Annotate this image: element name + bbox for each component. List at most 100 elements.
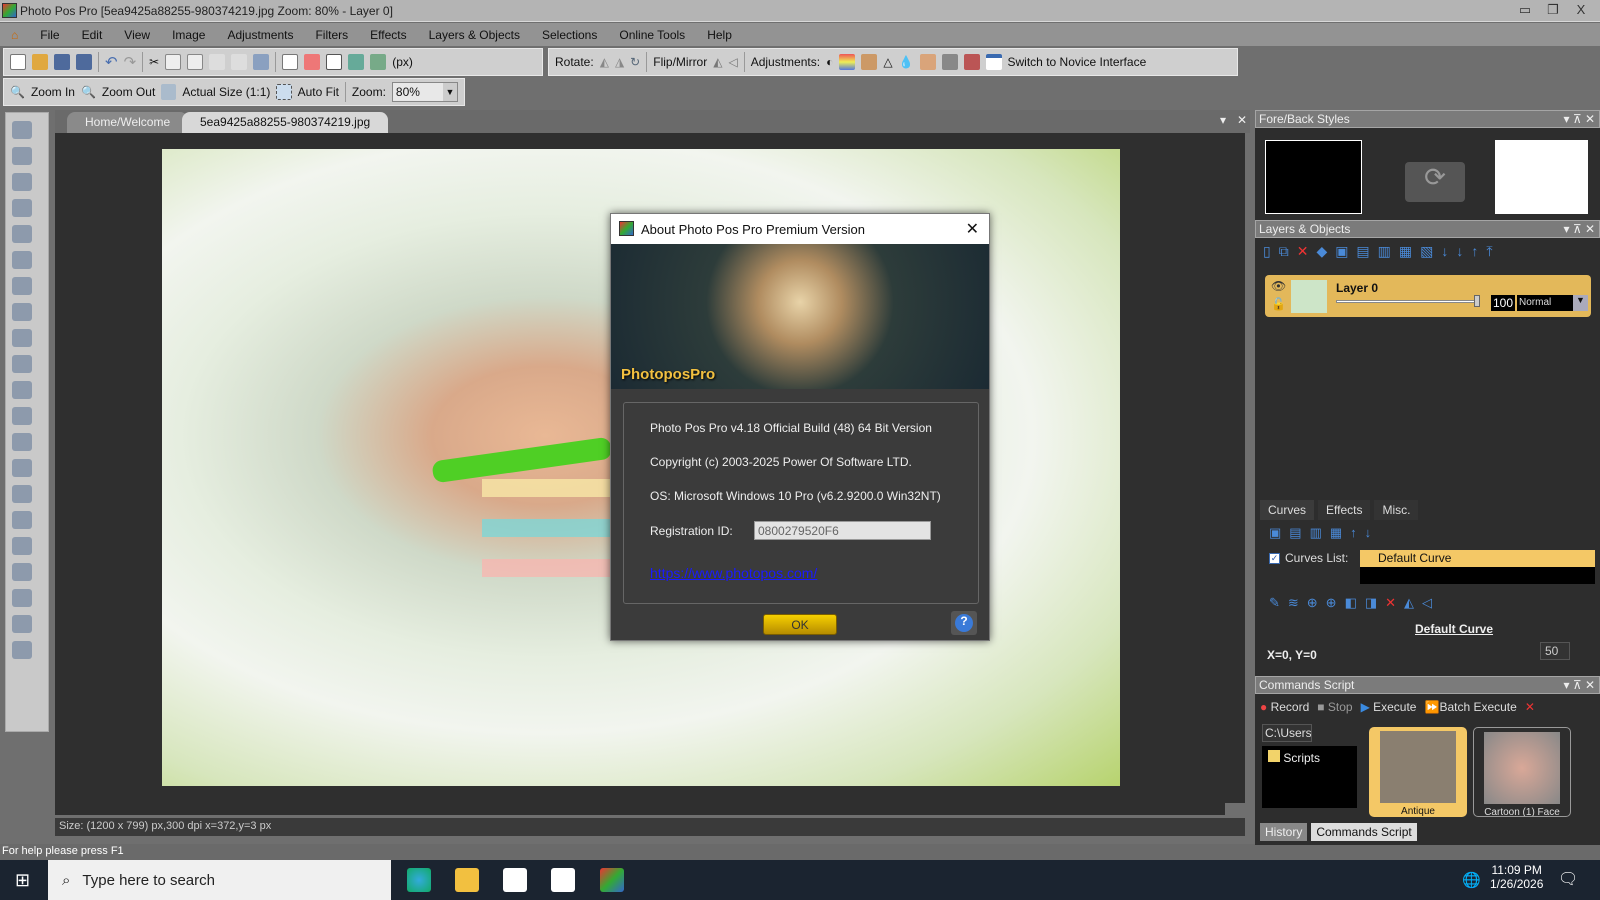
visibility-eye-icon[interactable]: 👁 — [1271, 279, 1286, 293]
minimize-button[interactable]: ▭ — [1512, 2, 1538, 20]
tab-document[interactable]: 5ea9425a88255-980374219.jpg — [182, 112, 389, 133]
layer-row[interactable]: 👁 🔓 Layer 0 100 Normal ▼ — [1265, 275, 1591, 317]
opacity-value[interactable]: 100 — [1491, 295, 1515, 311]
ruler-icon[interactable] — [304, 54, 321, 70]
new-icon[interactable] — [10, 54, 26, 70]
zoom-in-button[interactable]: Zoom In — [31, 85, 75, 99]
menu-selections[interactable]: Selections — [542, 28, 597, 42]
eraser-tool-icon[interactable] — [12, 485, 32, 503]
horizontal-scrollbar[interactable] — [55, 803, 1225, 815]
photopos-taskbar-icon[interactable] — [600, 868, 624, 892]
layers-toolbar-icons[interactable]: ▯⧉✕◆▣▤▥▦▧↓↓↑⤒ — [1263, 243, 1593, 263]
cut-icon[interactable]: ✂ — [149, 55, 159, 69]
save-all-icon[interactable] — [76, 54, 92, 70]
paste-new-icon[interactable] — [209, 54, 226, 70]
guides-icon[interactable] — [326, 54, 343, 70]
tab-effects[interactable]: Effects — [1318, 500, 1371, 520]
close-tab-icon[interactable]: ✕ — [1237, 113, 1247, 127]
zoom-select[interactable]: 80% ▼ — [391, 82, 458, 102]
chevron-down-icon[interactable]: ▼ — [1573, 295, 1588, 311]
rotate-right-icon[interactable]: ◮ — [615, 55, 624, 69]
hue-icon[interactable] — [861, 54, 878, 70]
menu-image[interactable]: Image — [172, 28, 205, 42]
image-icon[interactable] — [348, 54, 365, 70]
delete-icon[interactable]: ✕ — [1525, 700, 1535, 714]
menu-effects[interactable]: Effects — [370, 28, 406, 42]
fill-tool-icon[interactable] — [12, 433, 32, 451]
color-balance-icon[interactable] — [839, 54, 856, 70]
crop-tool-icon[interactable] — [12, 199, 32, 217]
contrast-icon[interactable]: ◐ — [826, 55, 833, 69]
brush-tool-icon[interactable] — [12, 459, 32, 477]
windows-start-icon[interactable]: ⊞ — [15, 870, 30, 891]
eyedropper-icon[interactable] — [12, 511, 32, 529]
grid-icon[interactable] — [282, 54, 299, 70]
invert-icon[interactable] — [963, 54, 980, 70]
chevron-down-icon[interactable]: ▼ — [442, 83, 457, 101]
curves-list-checkbox[interactable]: ✓ — [1269, 553, 1280, 564]
marquee-tool-icon[interactable] — [12, 251, 32, 269]
copy-icon[interactable] — [165, 54, 182, 70]
store-icon[interactable] — [503, 868, 527, 892]
switch-novice-button[interactable]: Switch to Novice Interface — [1008, 55, 1147, 69]
menu-adjustments[interactable]: Adjustments — [227, 28, 293, 42]
curve-value-field[interactable]: 50 — [1540, 642, 1570, 660]
paste-icon[interactable] — [187, 54, 204, 70]
registration-id-field[interactable]: 0800279520F6 — [754, 521, 931, 540]
open-icon[interactable] — [32, 54, 48, 70]
curves-toolbar-icons[interactable]: ▣▤▥▦↑↓ — [1269, 525, 1379, 541]
tab-history[interactable]: History — [1260, 823, 1308, 841]
actual-size-button[interactable]: Actual Size (1:1) — [182, 85, 270, 99]
clock[interactable]: 11:09 PM 1/26/2026 — [1490, 863, 1543, 891]
paste-layer-icon[interactable] — [231, 54, 248, 70]
rotate-left-icon[interactable]: ◭ — [600, 55, 609, 69]
tab-commands-script[interactable]: Commands Script — [1311, 823, 1417, 841]
swap-colors-icon[interactable]: ⟳ — [1405, 162, 1465, 202]
ok-button[interactable]: OK — [763, 614, 837, 635]
menu-view[interactable]: View — [124, 28, 150, 42]
menu-layers-objects[interactable]: Layers & Objects — [429, 28, 520, 42]
menu-file[interactable]: File — [40, 28, 59, 42]
zoom-out-button[interactable]: Zoom Out — [102, 85, 155, 99]
menu-help[interactable]: Help — [707, 28, 732, 42]
opacity-slider-handle[interactable] — [1474, 295, 1480, 307]
record-button[interactable]: ● Record — [1260, 700, 1309, 714]
shape-tool-icon[interactable] — [12, 381, 32, 399]
language-icon[interactable]: 🌐 — [1462, 871, 1481, 889]
preview-icon[interactable] — [253, 54, 270, 70]
magic-wand-icon[interactable] — [12, 277, 32, 295]
rotate-free-icon[interactable]: ↻ — [630, 55, 640, 69]
foreground-color-swatch[interactable] — [1265, 140, 1362, 214]
lock-icon[interactable]: 🔓 — [1271, 297, 1286, 311]
lasso-icon[interactable] — [12, 615, 32, 633]
stop-button[interactable]: ■ Stop — [1317, 700, 1352, 714]
taskbar-search[interactable]: ⌕ Type here to search — [48, 860, 391, 900]
tab-home[interactable]: Home/Welcome — [67, 112, 189, 133]
pen-tool-icon[interactable] — [12, 303, 32, 321]
blend-mode-select[interactable]: Normal — [1517, 295, 1573, 311]
opacity-slider[interactable] — [1336, 300, 1476, 303]
help-button[interactable]: ? — [951, 611, 977, 635]
background-color-swatch[interactable] — [1495, 140, 1588, 214]
stamp-tool-icon[interactable] — [12, 537, 32, 555]
sepia-icon[interactable] — [919, 54, 936, 70]
website-link[interactable]: https://www.photopos.com/ — [650, 565, 817, 581]
scripts-tree[interactable]: Scripts — [1262, 746, 1357, 808]
undo-icon[interactable]: ↶ — [105, 53, 118, 71]
close-button[interactable]: X — [1568, 2, 1594, 20]
file-explorer-icon[interactable] — [455, 868, 479, 892]
edge-icon[interactable] — [407, 868, 431, 892]
batch-execute-button[interactable]: ⏩Batch Execute — [1424, 700, 1516, 714]
curve-edit-icons[interactable]: ✎≋⊕⊕◧◨✕◭◁ — [1269, 595, 1440, 611]
scripts-path[interactable]: C:\Users\ — [1262, 724, 1312, 742]
dialog-close-button[interactable]: ✕ — [966, 219, 979, 239]
panel-controls-icon[interactable]: ▾ ⊼ ✕ — [1563, 222, 1595, 236]
execute-button[interactable]: ▶ Execute — [1361, 700, 1417, 714]
object-tool-icon[interactable] — [12, 329, 32, 347]
script-thumb-cartoon[interactable]: Cartoon (1) Face — [1473, 727, 1571, 817]
tab-misc[interactable]: Misc. — [1374, 500, 1419, 520]
home-icon[interactable]: ⌂ — [11, 28, 18, 42]
sharpen-icon[interactable]: △ — [883, 55, 892, 69]
scripts-folder[interactable]: Scripts — [1283, 751, 1320, 765]
tab-curves[interactable]: Curves — [1260, 500, 1315, 520]
